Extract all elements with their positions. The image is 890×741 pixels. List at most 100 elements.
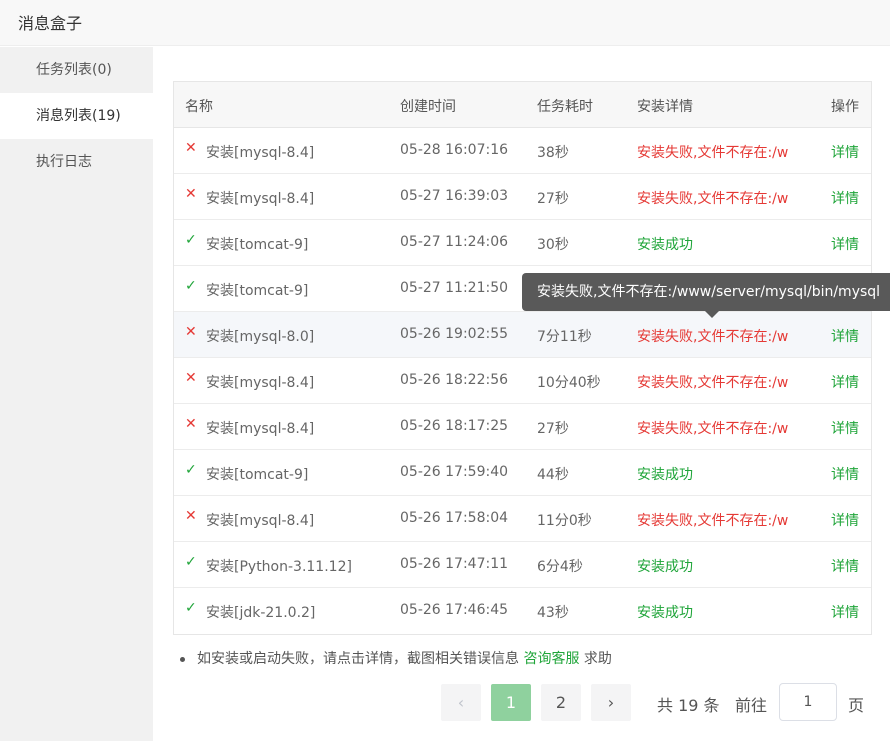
header-op: 操作 — [831, 99, 859, 115]
task-name: 安装[mysql-8.4] — [206, 145, 315, 161]
detail-link[interactable]: 详情 — [831, 602, 859, 622]
main-panel: 名称 创建时间 任务耗时 安装详情 操作 ✕ 安装[mysql-8.4] 05-28… — [153, 47, 890, 741]
task-name: 安装[mysql-8.4] — [206, 191, 315, 207]
sidebar-item-message-list[interactable]: 消息列表(19) — [0, 93, 153, 139]
table-row: ✕ 安装[mysql-8.0] 05-26 19:02:55 7分11秒 安装失败,文件… — [174, 312, 871, 358]
task-duration: 30秒 — [537, 237, 569, 253]
check-icon: ✓ — [185, 462, 197, 478]
sidebar-item-task-list[interactable]: 任务列表(0) — [0, 47, 153, 93]
task-duration: 11分0秒 — [537, 513, 592, 529]
header-time: 创建时间 — [400, 99, 456, 115]
task-name: 安装[mysql-8.0] — [206, 329, 315, 345]
header-cost: 任务耗时 — [537, 99, 593, 115]
window-title: 消息盒子 — [18, 14, 83, 33]
detail-link[interactable]: 详情 — [831, 142, 859, 162]
created-time: 05-26 18:17:25 — [400, 418, 509, 434]
tip-text: 如安装或启动失败，请点击详情，截图相关错误信息 — [197, 651, 519, 667]
table-row: ✓ 安装[tomcat-9] 05-26 17:59:40 44秒 安装成功 详情 — [174, 450, 871, 496]
task-duration: 7分11秒 — [537, 329, 592, 345]
detail-link[interactable]: 详情 — [831, 556, 859, 576]
install-detail: 安装失败,文件不存在:/w — [637, 145, 789, 161]
created-time: 05-28 16:07:16 — [400, 142, 509, 158]
install-detail: 安装失败,文件不存在:/w — [637, 375, 789, 391]
cross-icon: ✕ — [185, 186, 197, 202]
contact-support-link[interactable]: 咨询客服 — [523, 651, 579, 667]
install-detail: 安装成功 — [637, 237, 693, 253]
install-detail: 安装成功 — [637, 605, 693, 621]
cross-icon: ✕ — [185, 370, 197, 386]
detail-link[interactable]: 详情 — [831, 418, 859, 438]
check-icon: ✓ — [185, 232, 197, 248]
detail-link[interactable]: 详情 — [831, 326, 859, 346]
table-row: ✓ 安装[tomcat-9] 05-27 11:24:06 30秒 安装成功 详情 — [174, 220, 871, 266]
table-body: ✕ 安装[mysql-8.4] 05-28 16:07:16 38秒 安装失败,文件不存… — [174, 128, 871, 634]
total-count: 共 19 条 — [657, 696, 720, 715]
created-time: 05-26 17:47:11 — [400, 556, 509, 572]
cross-icon: ✕ — [185, 416, 197, 432]
install-detail: 安装失败,文件不存在:/w — [637, 329, 789, 345]
created-time: 05-26 17:46:45 — [400, 602, 509, 618]
goto-label: 前往 — [735, 696, 768, 715]
next-page-button[interactable]: › — [591, 684, 631, 721]
detail-link[interactable]: 详情 — [831, 372, 859, 392]
table-row: ✓ 安装[jdk-21.0.2] 05-26 17:46:45 43秒 安装成功 详情 — [174, 588, 871, 634]
page-2-button[interactable]: 2 — [541, 684, 581, 721]
task-duration: 27秒 — [537, 421, 569, 437]
task-duration: 27秒 — [537, 191, 569, 207]
table-row: ✓ 安装[Python-3.11.12] 05-26 17:47:11 6分4秒 安装成… — [174, 542, 871, 588]
created-time: 05-27 11:21:50 — [400, 280, 509, 296]
detail-tooltip: 安装失败,文件不存在:/www/server/mysql/bin/mysql — [522, 273, 890, 311]
tooltip-arrow — [705, 311, 719, 318]
install-detail: 安装失败,文件不存在:/w — [637, 421, 789, 437]
cross-icon: ✕ — [185, 324, 197, 340]
sidebar-item-execution-log[interactable]: 执行日志 — [0, 139, 153, 185]
task-name: 安装[tomcat-9] — [206, 467, 309, 483]
detail-link[interactable]: 详情 — [831, 234, 859, 254]
table-row: ✕ 安装[mysql-8.4] 05-26 18:22:56 10分40秒 安装失败,文… — [174, 358, 871, 404]
goto-page-input[interactable]: 1 — [779, 683, 837, 721]
task-name: 安装[mysql-8.4] — [206, 375, 315, 391]
install-detail: 安装成功 — [637, 559, 693, 575]
title-bar: 消息盒子 — [0, 0, 890, 46]
created-time: 05-27 16:39:03 — [400, 188, 509, 204]
task-duration: 10分40秒 — [537, 375, 601, 391]
task-name: 安装[Python-3.11.12] — [206, 559, 352, 575]
table-header: 名称 创建时间 任务耗时 安装详情 操作 — [174, 82, 871, 128]
help-tip: 如安装或启动失败，请点击详情，截图相关错误信息 咨询客服 求助 — [180, 648, 612, 668]
detail-link[interactable]: 详情 — [831, 510, 859, 530]
task-duration: 6分4秒 — [537, 559, 583, 575]
created-time: 05-26 18:22:56 — [400, 372, 509, 388]
table-row: ✕ 安装[mysql-8.4] 05-28 16:07:16 38秒 安装失败,文件不存… — [174, 128, 871, 174]
created-time: 05-27 11:24:06 — [400, 234, 509, 250]
table-row: ✕ 安装[mysql-8.4] 05-26 17:58:04 11分0秒 安装失败,文件… — [174, 496, 871, 542]
install-detail: 安装失败,文件不存在:/w — [637, 513, 789, 529]
cross-icon: ✕ — [185, 140, 197, 156]
message-table: 名称 创建时间 任务耗时 安装详情 操作 ✕ 安装[mysql-8.4] 05-28… — [173, 81, 872, 635]
check-icon: ✓ — [185, 600, 197, 616]
check-icon: ✓ — [185, 554, 197, 570]
sidebar: 任务列表(0) 消息列表(19) 执行日志 — [0, 47, 153, 741]
task-name: 安装[tomcat-9] — [206, 237, 309, 253]
table-row: ✕ 安装[mysql-8.4] 05-26 18:17:25 27秒 安装失败,文件不存… — [174, 404, 871, 450]
install-detail: 安装失败,文件不存在:/w — [637, 191, 789, 207]
page-1-button[interactable]: 1 — [491, 684, 531, 721]
cross-icon: ✕ — [185, 508, 197, 524]
page-unit: 页 — [848, 696, 865, 715]
created-time: 05-26 17:58:04 — [400, 510, 509, 526]
table-row: ✕ 安装[mysql-8.4] 05-27 16:39:03 27秒 安装失败,文件不存… — [174, 174, 871, 220]
created-time: 05-26 19:02:55 — [400, 326, 509, 342]
task-name: 安装[mysql-8.4] — [206, 421, 315, 437]
prev-page-button[interactable]: ‹ — [441, 684, 481, 721]
check-icon: ✓ — [185, 278, 197, 294]
detail-link[interactable]: 详情 — [831, 188, 859, 208]
task-name: 安装[tomcat-9] — [206, 283, 309, 299]
header-detail: 安装详情 — [637, 99, 693, 115]
task-duration: 44秒 — [537, 467, 569, 483]
detail-link[interactable]: 详情 — [831, 464, 859, 484]
task-duration: 38秒 — [537, 145, 569, 161]
task-duration: 43秒 — [537, 605, 569, 621]
task-name: 安装[jdk-21.0.2] — [206, 605, 316, 621]
tip-suffix: 求助 — [583, 651, 612, 667]
install-detail: 安装成功 — [637, 467, 693, 483]
header-name: 名称 — [185, 99, 213, 115]
